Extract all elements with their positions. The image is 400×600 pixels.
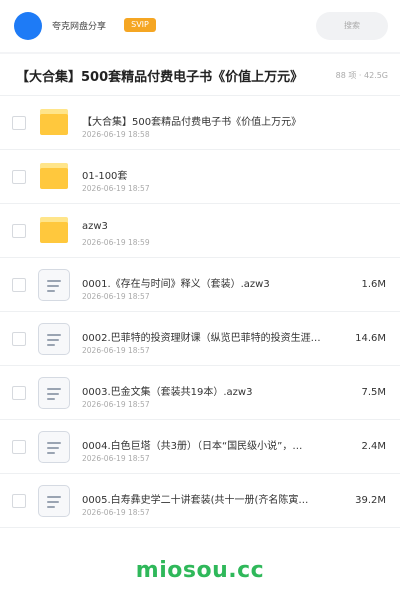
search-button[interactable]: 搜索 (316, 12, 388, 40)
item-name: 0001.《存在与时间》释义（套装）.azw3 (82, 279, 270, 290)
item-name: 0002.巴菲特的投资理财课（纵览巴菲特的投资生涯… (82, 333, 321, 344)
item-date: 2026-06-19 18:59 (82, 238, 150, 247)
checkbox[interactable] (12, 494, 26, 508)
folder-meta: 88 项 · 42.5G (335, 71, 388, 80)
header-bar: 夸克网盘分享 SVIP 搜索 (0, 0, 400, 52)
checkbox[interactable] (12, 224, 26, 238)
folder-title: 【大合集】500套精品付费电子书《价值上万元》 (16, 70, 304, 85)
item-name: 【大合集】500套精品付费电子书《价值上万元》 (82, 117, 302, 128)
item-date: 2026-06-19 18:57 (82, 184, 150, 193)
item-date: 2026-06-19 18:57 (82, 346, 150, 355)
list-item[interactable]: azw3 2026-06-19 18:59 (0, 204, 400, 258)
list-item[interactable]: 01-100套 2026-06-19 18:57 (0, 150, 400, 204)
item-size: 2.4M (361, 441, 386, 452)
item-date: 2026-06-19 18:57 (82, 400, 150, 409)
checkbox[interactable] (12, 278, 26, 292)
item-size: 7.5M (361, 387, 386, 398)
list-item[interactable]: 0005.白寿彝史学二十讲套装(共十一册(齐名陈寅… 2026-06-19 18… (0, 474, 400, 528)
watermark: miosou.cc (135, 558, 265, 583)
item-date: 2026-06-19 18:58 (82, 130, 150, 139)
file-list: 【大合集】500套精品付费电子书《价值上万元》 2026-06-19 18:58… (0, 96, 400, 528)
list-item[interactable]: 0003.巴金文集（套装共19本）.azw3 2026-06-19 18:57 … (0, 366, 400, 420)
checkbox[interactable] (12, 170, 26, 184)
item-size: 14.6M (355, 333, 386, 344)
checkbox[interactable] (12, 116, 26, 130)
svip-badge: SVIP (124, 18, 156, 32)
folder-icon (40, 163, 68, 189)
document-icon (38, 323, 70, 355)
item-name: azw3 (82, 221, 108, 232)
avatar[interactable] (14, 12, 42, 40)
folder-title-row: 【大合集】500套精品付费电子书《价值上万元》 88 项 · 42.5G (0, 54, 400, 96)
checkbox[interactable] (12, 332, 26, 346)
item-name: 0005.白寿彝史学二十讲套装(共十一册(齐名陈寅… (82, 495, 309, 506)
checkbox[interactable] (12, 440, 26, 454)
item-name: 01-100套 (82, 171, 128, 182)
folder-icon (40, 109, 68, 135)
item-name: 0004.白色巨塔（共3册）（日本“国民级小说”，… (82, 441, 303, 452)
list-item[interactable]: 【大合集】500套精品付费电子书《价值上万元》 2026-06-19 18:58 (0, 96, 400, 150)
folder-icon (40, 217, 68, 243)
item-name: 0003.巴金文集（套装共19本）.azw3 (82, 387, 253, 398)
item-size: 39.2M (355, 495, 386, 506)
item-date: 2026-06-19 18:57 (82, 292, 150, 301)
list-item[interactable]: 0001.《存在与时间》释义（套装）.azw3 2026-06-19 18:57… (0, 258, 400, 312)
item-size: 1.6M (361, 279, 386, 290)
share-name: 夸克网盘分享 (52, 22, 107, 32)
document-icon (38, 269, 70, 301)
document-icon (38, 431, 70, 463)
list-item[interactable]: 0002.巴菲特的投资理财课（纵览巴菲特的投资生涯… 2026-06-19 18… (0, 312, 400, 366)
item-date: 2026-06-19 18:57 (82, 508, 150, 517)
list-item[interactable]: 0004.白色巨塔（共3册）（日本“国民级小说”，… 2026-06-19 18… (0, 420, 400, 474)
item-date: 2026-06-19 18:57 (82, 454, 150, 463)
document-icon (38, 485, 70, 517)
document-icon (38, 377, 70, 409)
checkbox[interactable] (12, 386, 26, 400)
